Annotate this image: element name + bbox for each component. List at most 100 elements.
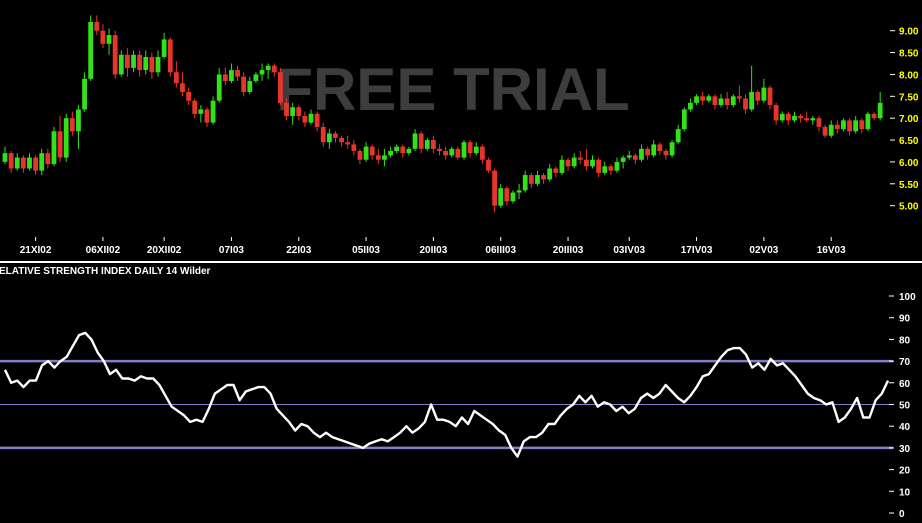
candle-body [614,161,620,171]
candle [57,116,63,162]
candle-body [528,175,534,184]
candle-body [431,140,436,149]
candle [779,111,785,123]
candle [27,153,32,171]
candle [718,94,724,108]
candle [467,140,473,158]
candle-body [730,96,736,106]
candle [20,155,26,173]
candle-body [553,168,559,173]
candle-body [173,72,179,84]
candle-body [149,56,155,73]
rsi-tick-label: 70 [899,357,911,368]
candle-body [785,113,791,121]
candle [859,118,865,134]
candle [192,98,198,119]
candle-body [375,155,381,160]
candle-body [688,102,693,110]
candle-body [492,170,497,206]
candle-body [443,150,449,156]
candle [241,72,247,97]
candle-body [204,109,210,123]
candle-body [51,131,57,165]
candle [675,124,681,145]
candle [706,94,712,103]
candle-body [143,56,149,71]
candle [749,65,755,112]
candle-body [216,74,222,101]
candle-body [724,98,730,106]
candle [535,170,540,186]
candle-body [278,72,283,103]
candle [755,89,761,106]
candle-body [706,96,712,101]
price-tick-label: 8.50 [899,49,919,60]
candle-body [834,124,840,130]
candle-body [406,148,412,154]
candle-body [847,120,852,132]
candle [761,78,767,103]
candle-body [180,83,185,92]
candle [418,131,424,154]
candle [590,155,595,169]
candle-body [125,54,130,68]
candle-body [14,157,20,169]
candle-body [320,126,326,143]
candle [131,50,136,73]
candle-body [681,109,687,130]
candle [681,107,687,132]
candle-body [639,148,644,160]
candle [406,146,412,156]
candle [798,113,803,123]
candle-body [45,153,51,165]
candle [492,168,497,213]
candle [694,94,699,106]
chart-stage: FREE TRIAL 5.00 5.50 6.00 6.50 7.00 7.50 8.00 8… [0,0,922,523]
candle [602,161,608,176]
candle [877,91,883,121]
candle [125,48,130,77]
candle [45,148,51,169]
candle-body [382,155,387,160]
candle [216,67,222,103]
candle [259,63,265,82]
rsi-tick-label: 50 [899,401,911,412]
candle [94,15,100,36]
candle [785,111,791,125]
candle-body [522,175,528,191]
candle [51,126,57,167]
candle [198,105,204,123]
candle-body [779,113,785,121]
candle-body [461,142,467,158]
candle-body [871,113,877,119]
candle-body [69,118,75,132]
candle-body [424,140,430,149]
candle-body [541,175,546,180]
candle [773,102,779,125]
candle [155,50,161,77]
candle-body [271,65,277,73]
price-tick-label: 6.50 [899,136,919,147]
date-tick-label: 06XII02 [86,245,121,256]
candle-body [504,188,510,202]
candle [847,118,852,136]
date-tick-label: 02V03 [749,245,778,256]
candle [479,144,485,165]
candle-body [798,116,803,119]
candle [76,105,81,149]
candle-body [106,35,112,44]
candle-body [222,74,228,82]
candle [608,164,614,176]
candle-body [437,148,442,151]
candle [516,183,522,200]
date-tick-label: 22I03 [286,245,311,256]
candle [326,129,332,149]
candle-body [94,21,100,31]
candle-body [308,113,314,123]
date-tick-label: 06III03 [485,245,516,256]
candle [424,137,430,151]
candle [816,116,822,132]
rsi-tick-label: 0 [899,509,905,520]
candle-body [516,190,522,193]
candle [14,153,20,171]
